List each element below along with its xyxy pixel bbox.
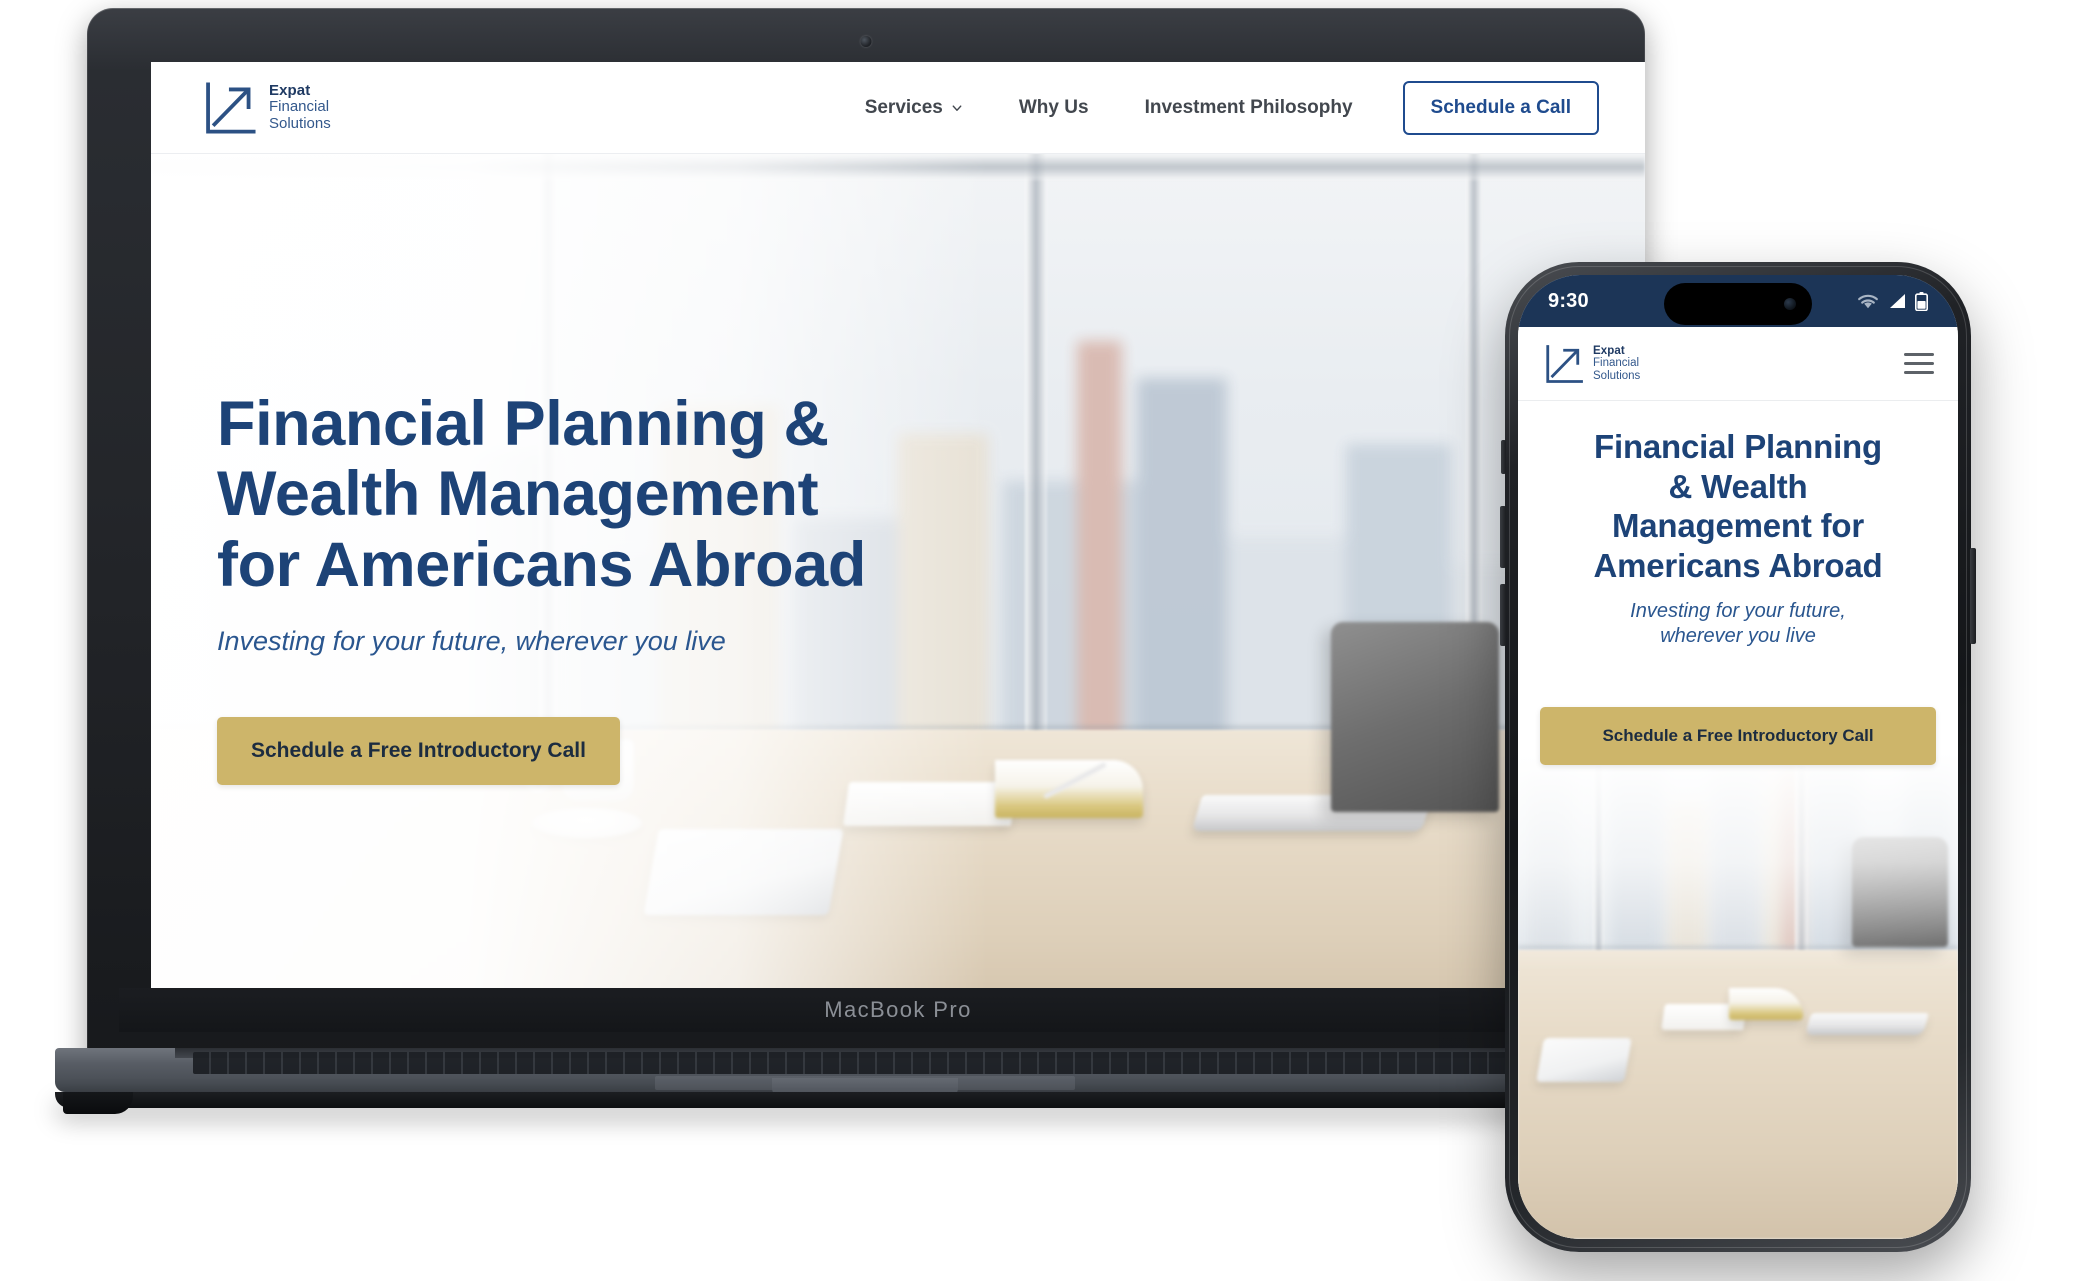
- hamburger-bar-1: [1904, 353, 1934, 356]
- photo-laptop-screen: [1331, 621, 1500, 812]
- brand-line-3: Solutions: [269, 114, 331, 132]
- phone-brand-wordmark: Expat Financial Solutions: [1593, 345, 1640, 382]
- macbook-pro-device: Expat Financial Solutions Services Why U…: [55, 8, 1677, 1114]
- hamburger-bar-2: [1904, 362, 1934, 365]
- phone-power-button[interactable]: [1970, 548, 1976, 644]
- brand-line-1: Expat: [269, 82, 311, 100]
- nav-item-services[interactable]: Services: [837, 97, 991, 119]
- laptop-lid: Expat Financial Solutions Services Why U…: [87, 8, 1677, 1070]
- phone-brand-line-2: Financial: [1593, 357, 1640, 370]
- phone-hero-section: Financial Planning & Wealth Management f…: [1518, 401, 1958, 1239]
- schedule-a-call-button[interactable]: Schedule a Call: [1402, 80, 1599, 135]
- phone-brand-line-3: Solutions: [1593, 369, 1641, 382]
- phone-volume-down-button[interactable]: [1500, 584, 1506, 646]
- phone-brand-line-1: Expat: [1593, 344, 1625, 357]
- hero-subtitle: Investing for your future, wherever you …: [217, 626, 726, 657]
- phone-hero-title: Financial Planning & Wealth Management f…: [1540, 427, 1936, 585]
- phone-hero-title-line-2: & Wealth: [1668, 467, 1808, 505]
- battery-icon: [1915, 291, 1928, 311]
- phone-brand-logo[interactable]: Expat Financial Solutions: [1544, 344, 1640, 384]
- brand-logo[interactable]: Expat Financial Solutions: [203, 81, 331, 135]
- diagonal-arrow-square-icon: [206, 81, 256, 134]
- nav-item-services-label: Services: [864, 96, 943, 118]
- macbook-pro-label: MacBook Pro: [824, 997, 972, 1022]
- phone-hero-content: Financial Planning & Wealth Management f…: [1518, 427, 1958, 766]
- mockup-stage: Expat Financial Solutions Services Why U…: [0, 0, 2091, 1281]
- laptop-keyboard: [193, 1052, 1537, 1074]
- hero-section: Financial Planning & Wealth Management f…: [151, 154, 1645, 1020]
- laptop-chin: MacBook Pro: [119, 988, 1677, 1032]
- main-navigation: Services Why Us Investment Philosophy Sc…: [837, 80, 1599, 135]
- brand-line-2: Financial: [269, 98, 330, 116]
- phone-mute-switch[interactable]: [1501, 440, 1506, 474]
- phone-screen: 9:30 Expat Financial Solutions Financial…: [1518, 275, 1958, 1239]
- status-bar-icons: [1857, 291, 1928, 311]
- website-desktop: Expat Financial Solutions Services Why U…: [151, 62, 1645, 1020]
- hamburger-bar-3: [1904, 371, 1934, 374]
- nav-item-investment-philosophy[interactable]: Investment Philosophy: [1117, 97, 1381, 119]
- phone-hero-title-line-4: Americans Abroad: [1593, 546, 1883, 584]
- laptop-webcam-icon: [860, 36, 872, 47]
- cellular-signal-icon: [1890, 293, 1905, 308]
- hero-content: Financial Planning & Wealth Management f…: [217, 154, 1077, 1020]
- laptop-deck: [55, 1048, 1675, 1098]
- iphone-device: 9:30 Expat Financial Solutions Financial…: [1500, 262, 1976, 1252]
- hero-title-line-1: Financial Planning &: [217, 388, 829, 459]
- phone-hero-subtitle-line-1: Investing for your future,: [1630, 600, 1846, 623]
- hero-title: Financial Planning & Wealth Management f…: [217, 389, 1077, 601]
- diagonal-arrow-square-icon: [1546, 344, 1583, 383]
- chevron-down-icon: [952, 104, 962, 111]
- hero-schedule-free-call-button[interactable]: Schedule a Free Introductory Call: [217, 717, 620, 786]
- brand-wordmark: Expat Financial Solutions: [269, 83, 331, 132]
- wifi-icon: [1858, 294, 1878, 308]
- phone-site-header: Expat Financial Solutions: [1518, 327, 1958, 401]
- laptop-screen: Expat Financial Solutions Services Why U…: [151, 62, 1645, 1020]
- site-header: Expat Financial Solutions Services Why U…: [151, 62, 1645, 154]
- phone-hero-title-line-1: Financial Planning: [1594, 428, 1882, 465]
- hero-title-line-2: Wealth Management: [217, 459, 819, 530]
- phone-hero-title-line-3: Management for: [1611, 507, 1865, 545]
- phone-schedule-free-call-button[interactable]: Schedule a Free Introductory Call: [1540, 707, 1936, 766]
- nav-item-why-us[interactable]: Why Us: [991, 97, 1117, 119]
- hamburger-menu-icon[interactable]: [1904, 353, 1934, 374]
- phone-volume-up-button[interactable]: [1500, 506, 1506, 568]
- front-camera-icon: [1784, 298, 1796, 310]
- laptop-base: [55, 1048, 1675, 1114]
- phone-hero-subtitle: Investing for your future, wherever you …: [1540, 599, 1936, 649]
- nav-item-why-us-label: Why Us: [1018, 96, 1089, 118]
- phone-hero-subtitle-line-2: wherever you live: [1660, 625, 1816, 648]
- nav-item-investment-philosophy-label: Investment Philosophy: [1144, 96, 1353, 118]
- status-bar-time: 9:30: [1548, 289, 1589, 312]
- dynamic-island: [1664, 283, 1812, 325]
- laptop-bottom-case: [55, 1092, 1675, 1114]
- hero-title-line-3: for Americans Abroad: [217, 529, 866, 600]
- phone-status-bar: 9:30: [1518, 275, 1958, 327]
